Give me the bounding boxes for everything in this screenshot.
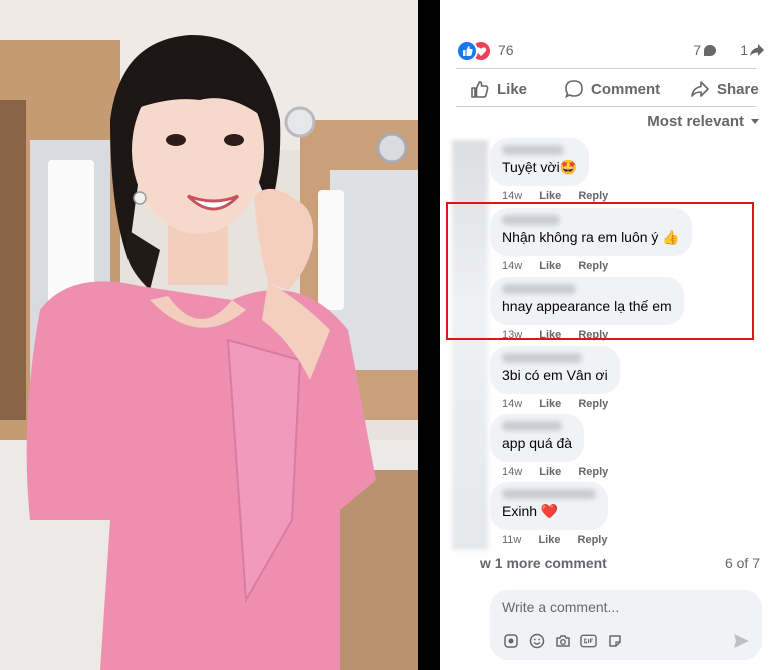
comment-bubble: hnay appearance lạ thế em <box>490 277 684 325</box>
comment-item: 3bi có em Vân ơi 14w Like Reply <box>490 346 622 410</box>
share-arrow-icon <box>750 44 764 56</box>
comment-page-count: 6 of 7 <box>724 555 760 571</box>
share-count[interactable]: 1 <box>740 42 764 58</box>
comment-time[interactable]: 11w <box>502 534 521 546</box>
post-photo[interactable] <box>0 0 418 670</box>
comment-text: Tuyệt vời🤩 <box>502 159 578 175</box>
comment-text: hnay appearance lạ thế em <box>502 298 672 314</box>
sticker-icon[interactable] <box>606 632 623 649</box>
comment-button[interactable]: Comment <box>564 72 660 106</box>
reactions-summary[interactable]: 76 7 1 <box>456 38 768 62</box>
comment-meta: 14w Like Reply <box>490 190 622 202</box>
composer-tools <box>502 632 623 649</box>
author-name-blurred[interactable] <box>502 421 562 431</box>
comment-input[interactable]: Write a comment... <box>502 599 619 615</box>
comment-bubble: Nhận không ra em luôn ý 👍 <box>490 208 692 256</box>
avatar-column-blurred <box>452 140 488 550</box>
comment-like-link[interactable]: Like <box>539 466 561 478</box>
comment-bubble: app quá đà <box>490 414 585 462</box>
comment-item: app quá đà 14w Like Reply <box>490 414 622 478</box>
comment-bubble: 3bi có em Vân ơi <box>490 346 620 394</box>
comment-time[interactable]: 14w <box>502 398 522 410</box>
author-name-blurred[interactable] <box>502 284 576 294</box>
comment-bubble-icon <box>704 45 716 56</box>
photo-divider <box>418 0 440 670</box>
author-name-blurred[interactable] <box>502 353 582 363</box>
comment-like-link[interactable]: Like <box>539 329 561 341</box>
reaction-icons <box>456 40 492 62</box>
comment-reply-link[interactable]: Reply <box>578 534 608 546</box>
sort-label: Most relevant <box>647 113 744 130</box>
view-more-comments-link[interactable]: w 1 more comment <box>480 555 607 571</box>
comment-icon <box>565 80 583 99</box>
comment-reply-link[interactable]: Reply <box>578 329 608 341</box>
author-name-blurred[interactable] <box>502 489 596 499</box>
comment-text: Exinh ❤️ <box>502 503 559 519</box>
share-count-value: 1 <box>740 42 748 58</box>
divider-bottom <box>456 106 756 107</box>
comment-sort-dropdown[interactable]: Most relevant <box>647 113 760 130</box>
comment-meta: 13w Like Reply <box>490 329 684 341</box>
comment-button-label: Comment <box>591 80 661 98</box>
comment-text: app quá đà <box>502 435 573 451</box>
comment-reply-link[interactable]: Reply <box>578 190 608 202</box>
comment-time[interactable]: 14w <box>502 190 522 202</box>
comment-count[interactable]: 7 <box>693 42 716 58</box>
divider-top <box>456 68 756 69</box>
comment-time[interactable]: 14w <box>502 466 522 478</box>
author-name-blurred[interactable] <box>502 215 560 225</box>
send-icon[interactable] <box>732 632 750 655</box>
comment-item: Tuyệt vời🤩 14w Like Reply <box>490 138 622 202</box>
comment-like-link[interactable]: Like <box>539 398 561 410</box>
comment-item: Exinh ❤️ 11w Like Reply <box>490 482 621 546</box>
post-panel: 76 7 1 Like Comment Share Most relevant <box>440 0 780 670</box>
comment-meta: 14w Like Reply <box>490 260 692 272</box>
emoji-icon[interactable] <box>528 632 545 649</box>
comment-text: 3bi có em Vân ơi <box>502 367 608 383</box>
comment-reply-link[interactable]: Reply <box>578 398 608 410</box>
comment-text: Nhận không ra em luôn ý 👍 <box>502 229 680 245</box>
share-button[interactable]: Share <box>690 72 759 106</box>
gif-icon[interactable] <box>580 632 597 649</box>
share-button-label: Share <box>717 80 759 98</box>
comment-count-value: 7 <box>693 42 701 58</box>
comment-bubble: Exinh ❤️ <box>490 482 608 530</box>
comment-meta: 14w Like Reply <box>490 466 622 478</box>
comment-item: hnay appearance lạ thế em 13w Like Reply <box>490 277 684 341</box>
comment-time[interactable]: 14w <box>502 260 522 272</box>
comment-reply-link[interactable]: Reply <box>578 260 608 272</box>
comment-reply-link[interactable]: Reply <box>578 466 608 478</box>
sticker-avatar-icon[interactable] <box>502 632 519 649</box>
post-actions: Like Comment Share <box>456 72 768 106</box>
share-icon <box>691 81 709 97</box>
like-icon <box>456 40 478 62</box>
caret-down-icon <box>751 118 759 124</box>
thumb-up-icon <box>471 81 489 98</box>
view-more-row: w 1 more comment 6 of 7 <box>480 555 770 575</box>
comment-meta: 14w Like Reply <box>490 398 622 410</box>
reaction-count[interactable]: 76 <box>498 42 514 58</box>
comment-like-link[interactable]: Like <box>539 190 561 202</box>
camera-icon[interactable] <box>554 632 571 649</box>
comment-like-link[interactable]: Like <box>538 534 560 546</box>
like-button-label: Like <box>497 80 528 98</box>
comment-like-link[interactable]: Like <box>539 260 561 272</box>
comment-composer[interactable]: Write a comment... <box>490 590 762 660</box>
comment-time[interactable]: 13w <box>502 329 522 341</box>
comment-item: Nhận không ra em luôn ý 👍 14w Like Reply <box>490 208 692 272</box>
photo-illustration <box>0 0 418 670</box>
like-button[interactable]: Like <box>470 72 527 106</box>
comment-bubble: Tuyệt vời🤩 <box>490 138 590 186</box>
author-name-blurred[interactable] <box>502 145 564 155</box>
comment-meta: 11w Like Reply <box>490 534 621 546</box>
